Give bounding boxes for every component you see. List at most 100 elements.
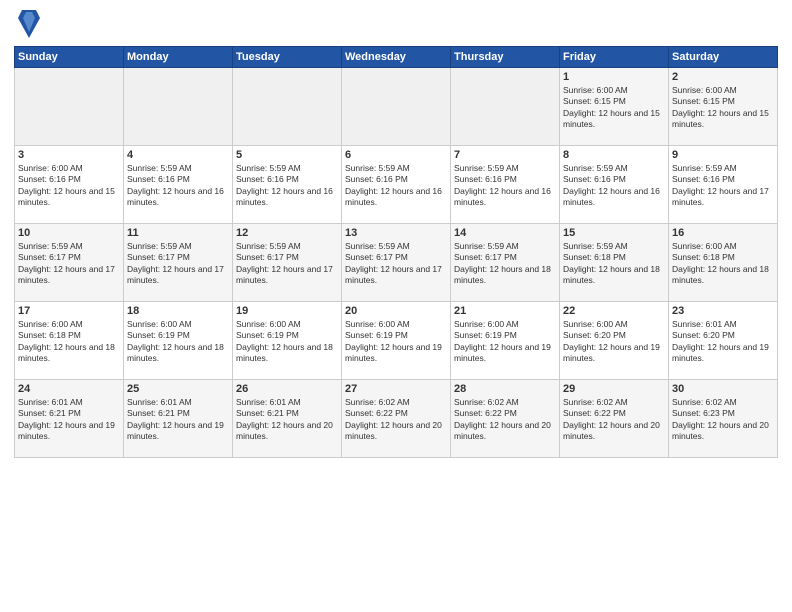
day-info: Sunset: 6:21 PM [127,408,229,419]
logo [14,10,40,38]
day-info: Sunset: 6:16 PM [563,174,665,185]
day-number: 3 [18,149,120,161]
calendar-cell: 15Sunrise: 5:59 AMSunset: 6:18 PMDayligh… [560,224,669,302]
day-info: Sunrise: 6:00 AM [127,319,229,330]
day-info: Daylight: 12 hours and 15 minutes. [672,108,774,131]
header [14,10,778,38]
day-info: Sunrise: 6:02 AM [563,397,665,408]
day-info: Sunrise: 6:02 AM [454,397,556,408]
calendar-cell: 16Sunrise: 6:00 AMSunset: 6:18 PMDayligh… [669,224,778,302]
logo-icon [18,10,40,38]
day-info: Sunrise: 5:59 AM [236,163,338,174]
day-info: Sunset: 6:17 PM [18,252,120,263]
day-number: 28 [454,383,556,395]
day-number: 13 [345,227,447,239]
day-number: 1 [563,71,665,83]
calendar-cell: 28Sunrise: 6:02 AMSunset: 6:22 PMDayligh… [451,380,560,458]
col-header-monday: Monday [124,47,233,68]
day-info: Sunrise: 6:01 AM [18,397,120,408]
day-info: Sunrise: 6:00 AM [18,319,120,330]
calendar-cell: 12Sunrise: 5:59 AMSunset: 6:17 PMDayligh… [233,224,342,302]
week-row-2: 3Sunrise: 6:00 AMSunset: 6:16 PMDaylight… [15,146,778,224]
day-info: Daylight: 12 hours and 18 minutes. [672,264,774,287]
calendar-cell: 9Sunrise: 5:59 AMSunset: 6:16 PMDaylight… [669,146,778,224]
day-number: 12 [236,227,338,239]
calendar-cell: 13Sunrise: 5:59 AMSunset: 6:17 PMDayligh… [342,224,451,302]
calendar-cell: 10Sunrise: 5:59 AMSunset: 6:17 PMDayligh… [15,224,124,302]
calendar-cell: 5Sunrise: 5:59 AMSunset: 6:16 PMDaylight… [233,146,342,224]
week-row-3: 10Sunrise: 5:59 AMSunset: 6:17 PMDayligh… [15,224,778,302]
day-number: 30 [672,383,774,395]
day-info: Daylight: 12 hours and 17 minutes. [345,264,447,287]
calendar-cell [124,68,233,146]
day-info: Daylight: 12 hours and 19 minutes. [563,342,665,365]
day-info: Daylight: 12 hours and 15 minutes. [18,186,120,209]
day-info: Sunrise: 6:00 AM [672,241,774,252]
day-info: Sunset: 6:22 PM [454,408,556,419]
day-info: Daylight: 12 hours and 15 minutes. [563,108,665,131]
calendar-cell: 2 Sunrise: 6:00 AMSunset: 6:15 PMDaylight… [669,68,778,146]
day-number: 8 [563,149,665,161]
day-info: Sunrise: 6:02 AM [345,397,447,408]
day-info: Sunset: 6:23 PM [672,408,774,419]
day-number: 24 [18,383,120,395]
day-number: 23 [672,305,774,317]
col-header-saturday: Saturday [669,47,778,68]
day-info: Sunrise: 5:59 AM [18,241,120,252]
day-info: Daylight: 12 hours and 20 minutes. [345,420,447,443]
day-info: Sunrise: 5:59 AM [236,241,338,252]
day-info: Daylight: 12 hours and 18 minutes. [18,342,120,365]
calendar-cell: 18Sunrise: 6:00 AMSunset: 6:19 PMDayligh… [124,302,233,380]
day-info: Sunset: 6:16 PM [345,174,447,185]
day-info: Sunrise: 6:00 AM [563,319,665,330]
calendar-cell: 24Sunrise: 6:01 AMSunset: 6:21 PMDayligh… [15,380,124,458]
day-number: 15 [563,227,665,239]
day-number: 14 [454,227,556,239]
day-info: Sunrise: 6:00 AM [563,85,665,96]
day-info: Sunset: 6:18 PM [672,252,774,263]
day-info: Sunset: 6:17 PM [345,252,447,263]
col-header-thursday: Thursday [451,47,560,68]
day-number: 20 [345,305,447,317]
day-info: Daylight: 12 hours and 16 minutes. [127,186,229,209]
day-info: Daylight: 12 hours and 16 minutes. [345,186,447,209]
day-info: Daylight: 12 hours and 20 minutes. [236,420,338,443]
day-info: Daylight: 12 hours and 19 minutes. [454,342,556,365]
calendar-table: SundayMondayTuesdayWednesdayThursdayFrid… [14,46,778,458]
day-info: Sunset: 6:15 PM [672,96,774,107]
col-header-sunday: Sunday [15,47,124,68]
calendar-cell: 19Sunrise: 6:00 AMSunset: 6:19 PMDayligh… [233,302,342,380]
week-row-4: 17Sunrise: 6:00 AMSunset: 6:18 PMDayligh… [15,302,778,380]
day-info: Daylight: 12 hours and 16 minutes. [236,186,338,209]
col-header-wednesday: Wednesday [342,47,451,68]
header-row: SundayMondayTuesdayWednesdayThursdayFrid… [15,47,778,68]
day-info: Sunrise: 5:59 AM [127,241,229,252]
week-row-5: 24Sunrise: 6:01 AMSunset: 6:21 PMDayligh… [15,380,778,458]
day-info: Sunrise: 6:00 AM [18,163,120,174]
day-info: Sunrise: 6:00 AM [672,85,774,96]
calendar-cell: 6Sunrise: 5:59 AMSunset: 6:16 PMDaylight… [342,146,451,224]
calendar-cell: 7Sunrise: 5:59 AMSunset: 6:16 PMDaylight… [451,146,560,224]
day-info: Sunrise: 6:00 AM [236,319,338,330]
day-info: Sunset: 6:21 PM [236,408,338,419]
day-number: 21 [454,305,556,317]
day-info: Sunrise: 6:00 AM [345,319,447,330]
day-number: 9 [672,149,774,161]
week-row-1: 1Sunrise: 6:00 AMSunset: 6:15 PMDaylight… [15,68,778,146]
day-info: Sunset: 6:16 PM [454,174,556,185]
day-info: Sunset: 6:17 PM [236,252,338,263]
day-info: Sunset: 6:17 PM [127,252,229,263]
day-number: 2 [672,71,774,83]
day-number: 7 [454,149,556,161]
day-info: Sunset: 6:18 PM [563,252,665,263]
calendar-cell: 27Sunrise: 6:02 AMSunset: 6:22 PMDayligh… [342,380,451,458]
calendar-cell: 8Sunrise: 5:59 AMSunset: 6:16 PMDaylight… [560,146,669,224]
day-number: 25 [127,383,229,395]
day-info: Sunset: 6:15 PM [563,96,665,107]
calendar-header: SundayMondayTuesdayWednesdayThursdayFrid… [15,47,778,68]
calendar-cell: 11Sunrise: 5:59 AMSunset: 6:17 PMDayligh… [124,224,233,302]
calendar-cell: 25Sunrise: 6:01 AMSunset: 6:21 PMDayligh… [124,380,233,458]
calendar-cell: 1 Sunrise: 6:00 AMSunset: 6:15 PMDaylight… [560,68,669,146]
calendar-body: 1Sunrise: 6:00 AMSunset: 6:15 PMDaylight… [15,68,778,458]
day-info: Sunrise: 5:59 AM [563,163,665,174]
